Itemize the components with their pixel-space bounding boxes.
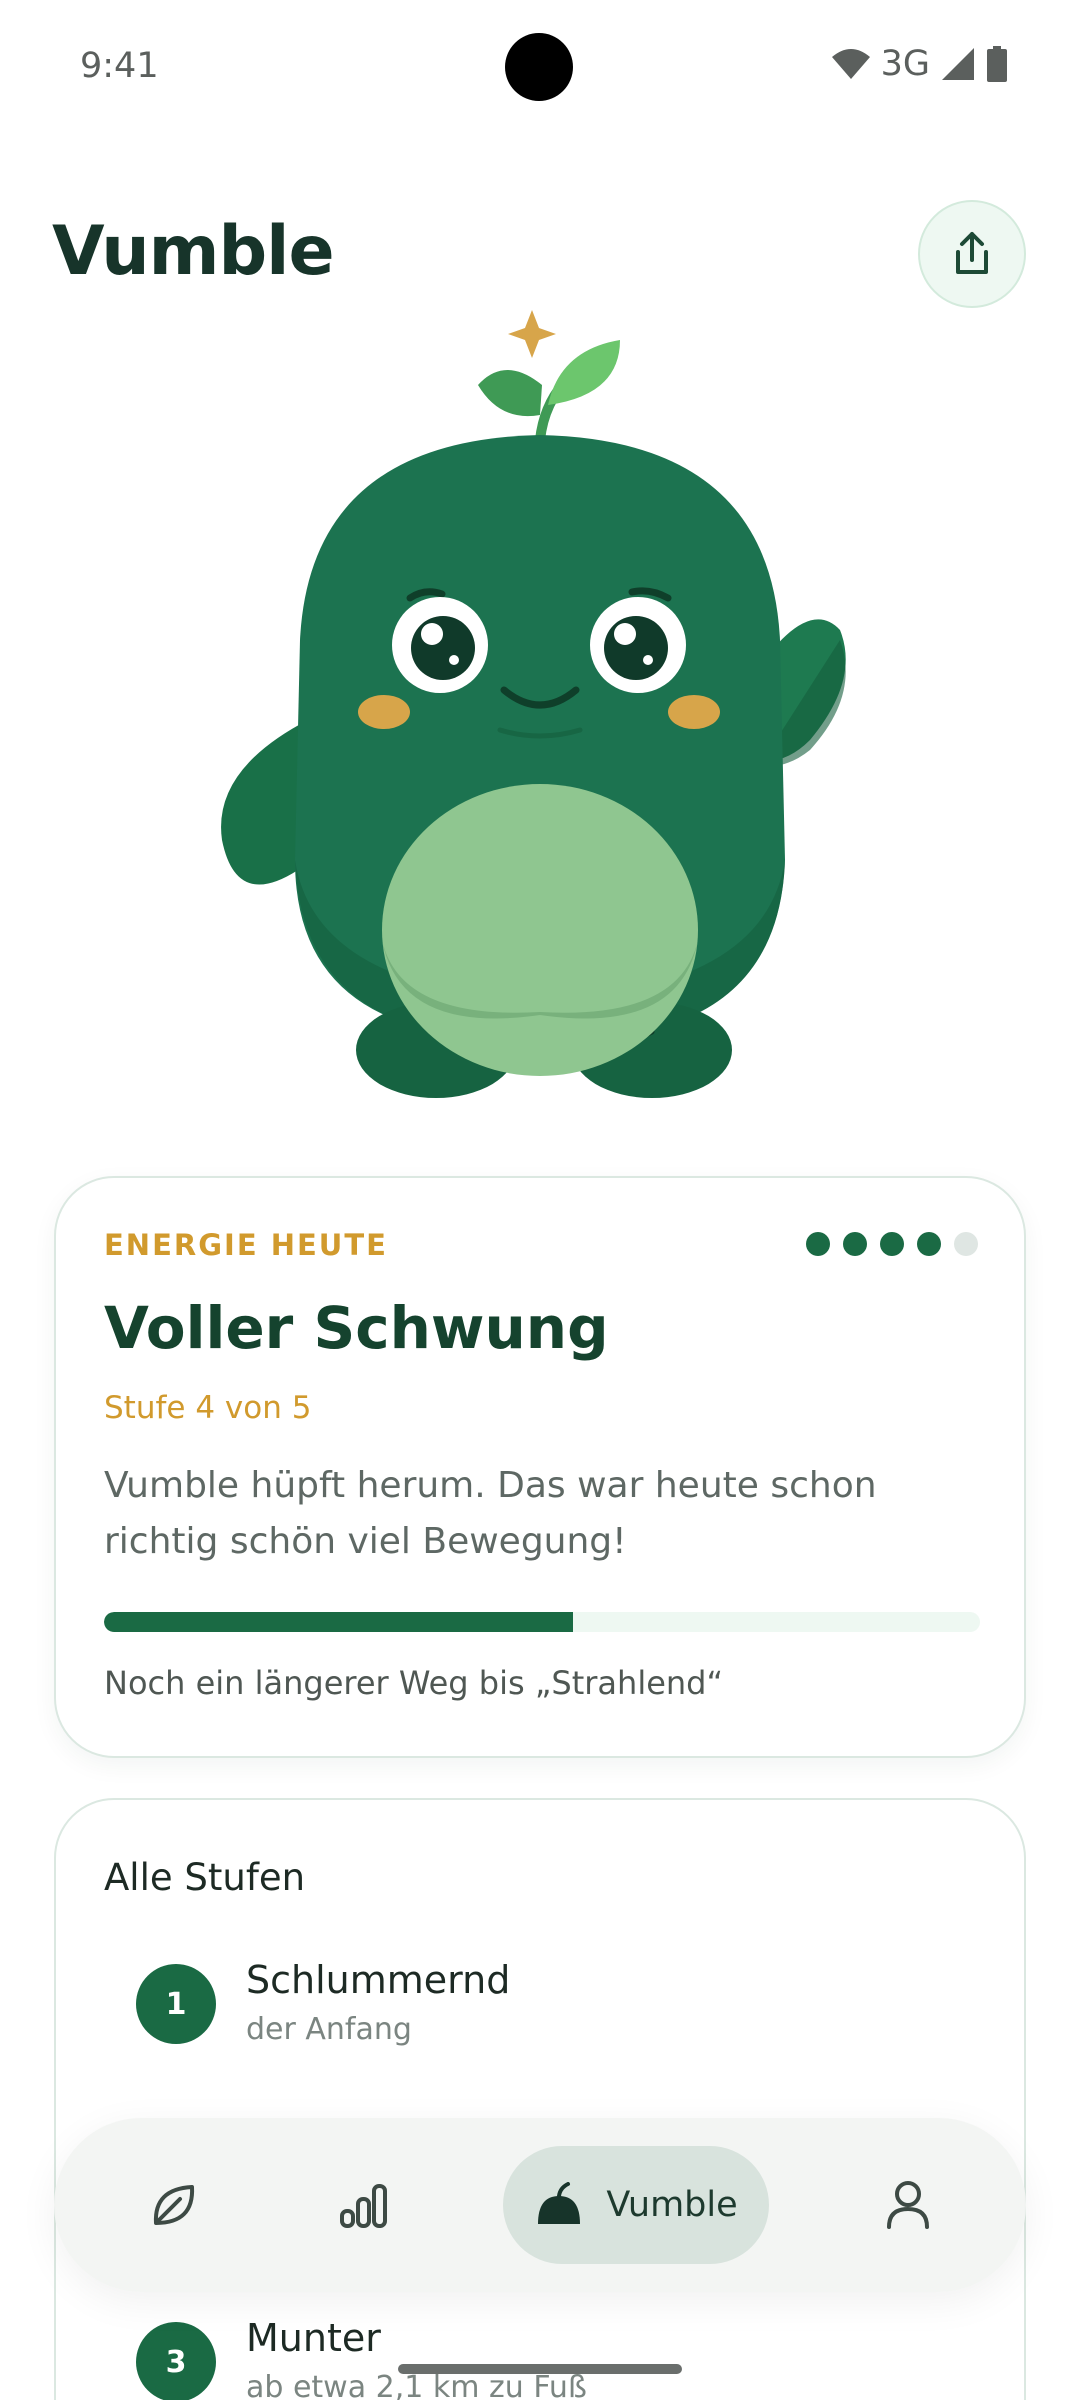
nav-stats-tab[interactable] — [304, 2146, 424, 2264]
level-desc: ab etwa 2,1 km zu Fuß — [246, 2370, 587, 2400]
share-button[interactable] — [918, 200, 1026, 308]
profile-icon — [887, 2181, 929, 2229]
energy-card: ENERGIE HEUTE Voller Schwung Stufe 4 von… — [54, 1176, 1026, 1758]
nav-profile-tab[interactable] — [848, 2146, 968, 2264]
bottom-nav: Vumble — [54, 2118, 1026, 2292]
energy-footer: Noch ein längerer Weg bis „Strahlend“ — [104, 1664, 724, 1702]
network-type: 3G — [880, 44, 930, 84]
nav-leaf-tab[interactable] — [114, 2146, 234, 2264]
level-name: Munter — [246, 2316, 381, 2360]
level-number: 1 — [136, 1964, 216, 2044]
energy-progress-bar — [104, 1612, 980, 1632]
energy-description: Vumble hüpft herum. Das war heute schon … — [104, 1465, 877, 1562]
energy-level-dots — [806, 1232, 978, 1256]
status-time: 9:41 — [80, 46, 159, 86]
page-title: Vumble — [52, 212, 335, 291]
mascot-icon — [538, 2182, 581, 2224]
levels-card: Alle Stufen 1 Schlummernd der Anfang 3 M… — [54, 1798, 1026, 2400]
energy-level-text: Stufe 4 von 5 — [104, 1390, 312, 1426]
vumble-mascot-illustration — [221, 310, 846, 1098]
stats-icon — [340, 2184, 387, 2228]
signal-icon — [942, 48, 974, 80]
level-number: 3 — [136, 2322, 216, 2400]
level-dot — [917, 1232, 941, 1256]
energy-progress-fill — [104, 1612, 573, 1632]
leaf-icon — [153, 2185, 195, 2225]
levels-title: Alle Stufen — [104, 1856, 306, 1899]
level-name: Schlummernd — [246, 1958, 511, 2002]
level-item[interactable]: 3 Munter ab etwa 2,1 km zu Fuß — [136, 2306, 587, 2400]
status-bar: 9:41 3G — [0, 0, 1080, 134]
status-icons: 3G — [831, 44, 1008, 84]
battery-icon — [987, 46, 1007, 82]
camera-cutout — [505, 33, 573, 101]
level-dot — [806, 1232, 830, 1256]
home-indicator[interactable] — [398, 2364, 682, 2374]
energy-title: Voller Schwung — [104, 1294, 609, 1362]
level-item[interactable]: 1 Schlummernd der Anfang — [136, 1948, 510, 2047]
nav-vumble-tab[interactable]: Vumble — [503, 2146, 769, 2264]
level-dot — [954, 1232, 978, 1256]
level-desc: der Anfang — [246, 2012, 412, 2047]
level-dot — [880, 1232, 904, 1256]
energy-eyebrow: ENERGIE HEUTE — [104, 1228, 388, 1262]
level-dot — [843, 1232, 867, 1256]
wifi-icon — [831, 49, 870, 79]
nav-vumble-label: Vumble — [606, 2185, 738, 2225]
share-icon — [956, 232, 988, 274]
